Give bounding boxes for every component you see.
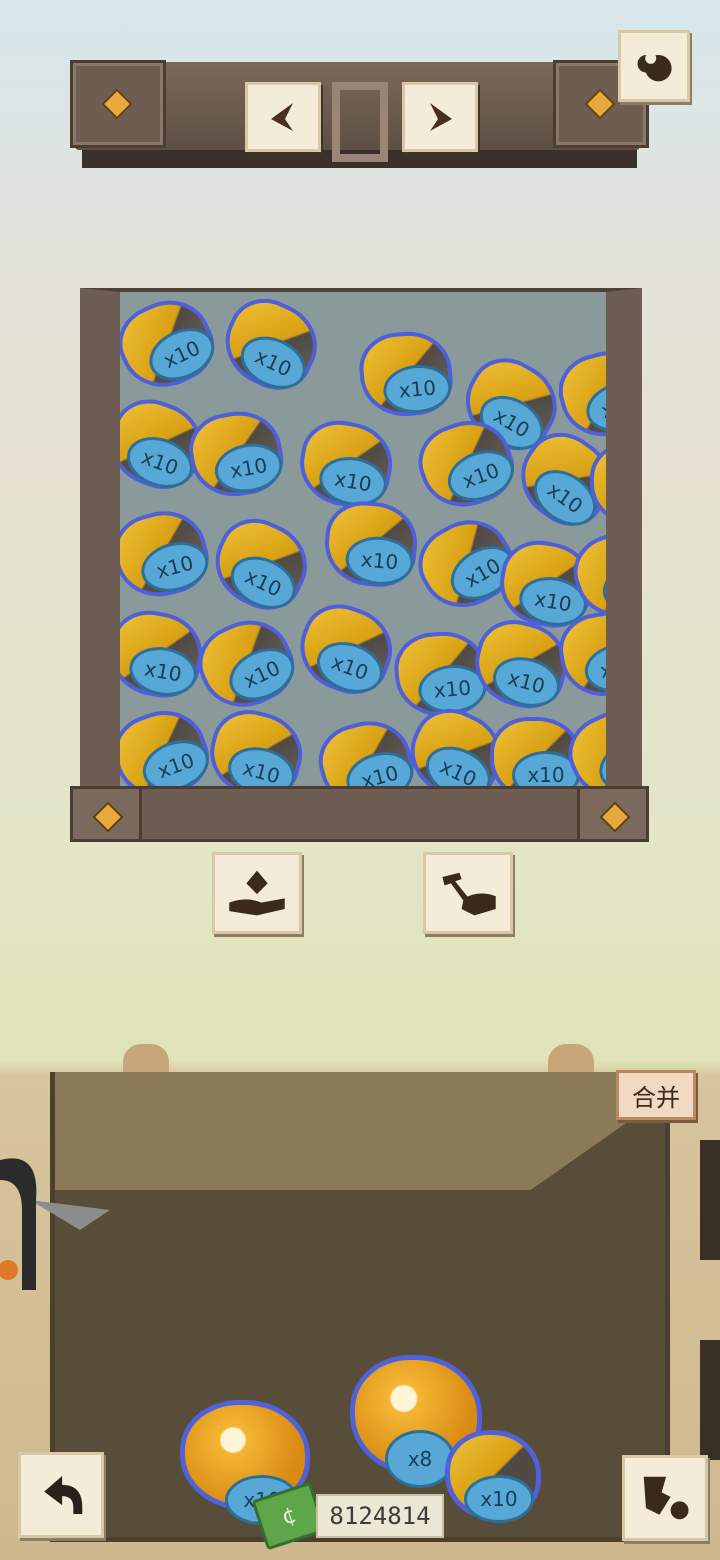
page-indicator [332, 82, 388, 162]
back-arrow-icon [44, 1475, 83, 1515]
give-tool-button[interactable] [212, 852, 302, 934]
pickaxe-icon[interactable] [0, 1140, 110, 1310]
rock-cluster-icon [637, 52, 672, 82]
rock-cluster-button[interactable] [618, 30, 690, 102]
box-nugget[interactable]: x10 [356, 328, 456, 420]
box-nugget[interactable]: x10 [183, 404, 289, 504]
diamond-icon [92, 801, 124, 833]
money-amount: 8124814 [316, 1494, 444, 1538]
box-nugget[interactable]: x10 [321, 498, 421, 590]
box-nugget[interactable]: x10 [553, 604, 606, 704]
multiplier-tag: x10 [464, 1475, 534, 1523]
diamond-icon [101, 88, 133, 120]
map-pets-icon [643, 1476, 689, 1520]
box-nugget[interactable]: x10 [120, 292, 226, 402]
hammer-tool-button[interactable] [423, 852, 513, 934]
nugget-box: x10x10x10x10x10x10x10x10x10x10x10x10x10x… [80, 288, 642, 808]
merge-button[interactable]: 合并 [616, 1070, 696, 1120]
diamond-icon [599, 801, 631, 833]
map-button[interactable] [622, 1455, 708, 1541]
hand-give-icon [229, 870, 285, 916]
next-button[interactable] [402, 82, 478, 152]
box-nugget[interactable]: x10 [120, 501, 217, 607]
diamond-icon [584, 88, 616, 120]
back-button[interactable] [18, 1452, 104, 1538]
right-edge-decoration [700, 1140, 720, 1260]
box-nugget[interactable]: x10 [590, 442, 642, 526]
box-bottom-rail [72, 786, 647, 842]
top-bar-left-cap [70, 60, 166, 148]
arrow-left-icon [271, 103, 293, 131]
gold-nugget-icon [590, 442, 606, 526]
box-right-cap [577, 786, 649, 842]
box-nugget[interactable]: x10 [201, 506, 321, 622]
box-nugget[interactable]: x10 [293, 414, 399, 514]
hammer-hand-icon [442, 872, 496, 916]
box-nugget[interactable]: x10 [288, 593, 404, 705]
arrow-right-icon [430, 103, 452, 131]
prev-button[interactable] [245, 82, 321, 152]
multiplier-tag: x10 [612, 476, 642, 524]
box-left-cap [70, 786, 142, 842]
money-display: ¢ 8124814 [251, 1481, 444, 1551]
box-nugget[interactable]: x10 [211, 292, 331, 402]
right-edge-decoration [700, 1340, 720, 1460]
sack-nugget[interactable]: x10 [445, 1430, 541, 1523]
